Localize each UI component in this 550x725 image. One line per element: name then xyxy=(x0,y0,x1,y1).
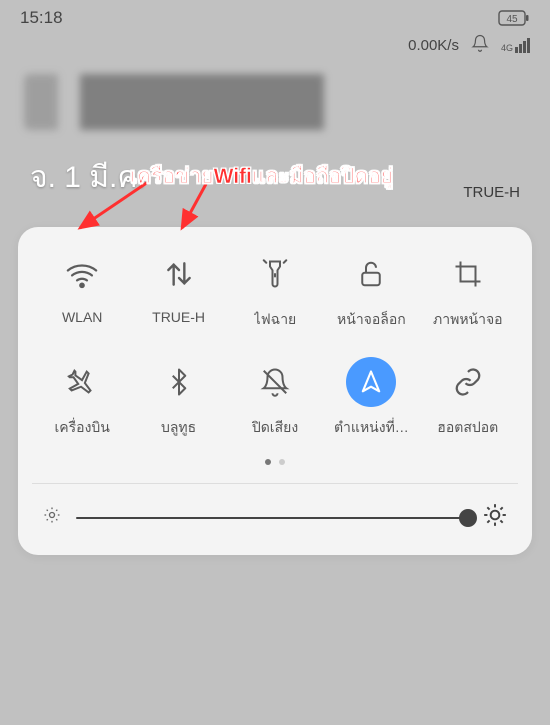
tile-mobile-data[interactable]: TRUE-H xyxy=(132,249,224,331)
tile-label: ปิดเสียง xyxy=(252,417,298,439)
tiles-grid: WLAN TRUE-H ไฟฉาย หน้าจอล็อก ภาพหน้าจอ xyxy=(36,249,514,439)
lock-icon xyxy=(346,249,396,299)
tile-mute[interactable]: ปิดเสียง xyxy=(229,357,321,439)
tile-label: หน้าจอล็อก xyxy=(337,309,406,331)
quick-settings-panel: WLAN TRUE-H ไฟฉาย หน้าจอล็อก ภาพหน้าจอ xyxy=(18,227,532,555)
clock-time: 15:18 xyxy=(20,8,63,28)
carrier-label: TRUE-H xyxy=(463,184,520,201)
brightness-row xyxy=(36,502,514,533)
tile-wlan[interactable]: WLAN xyxy=(36,249,128,331)
page-dot xyxy=(279,459,285,465)
page-indicator xyxy=(36,459,514,465)
svg-text:45: 45 xyxy=(506,14,518,25)
tile-airplane[interactable]: เครื่องบิน xyxy=(36,357,128,439)
tile-lockscreen[interactable]: หน้าจอล็อก xyxy=(325,249,417,331)
bell-off-icon xyxy=(250,357,300,407)
tile-hotspot[interactable]: ฮอตสปอต xyxy=(422,357,514,439)
signal-icon: 4G xyxy=(501,38,530,53)
crop-icon xyxy=(443,249,493,299)
tile-screenshot[interactable]: ภาพหน้าจอ xyxy=(422,249,514,331)
tile-label: ภาพหน้าจอ xyxy=(433,309,503,331)
tile-label: เครื่องบิน xyxy=(55,417,110,439)
wifi-icon xyxy=(57,249,107,299)
airplane-icon xyxy=(57,357,107,407)
data-arrows-icon xyxy=(154,249,204,299)
background-content-blurred xyxy=(24,74,526,130)
tile-label: ไฟฉาย xyxy=(254,309,297,331)
data-rate: 0.00K/s xyxy=(408,37,459,54)
status-bar: 15:18 45 xyxy=(0,0,550,30)
tile-label: WLAN xyxy=(62,309,102,325)
battery-indicator: 45 xyxy=(498,10,530,26)
alarm-icon xyxy=(471,34,489,56)
date-row: จ. 1 มี.ค. TRUE-H xyxy=(0,134,550,209)
tile-label: TRUE-H xyxy=(152,309,205,325)
tile-label: ฮอตสปอต xyxy=(437,417,498,439)
slider-thumb[interactable] xyxy=(459,509,477,527)
tile-bluetooth[interactable]: บลูทูธ xyxy=(132,357,224,439)
brightness-slider[interactable] xyxy=(76,517,468,519)
flashlight-icon xyxy=(250,249,300,299)
bluetooth-icon xyxy=(154,357,204,407)
divider xyxy=(32,483,518,484)
tile-location[interactable]: ตำแหน่งที่… xyxy=(325,357,417,439)
navigation-icon xyxy=(346,357,396,407)
page-dot xyxy=(265,459,271,465)
brightness-low-icon xyxy=(42,505,62,530)
tile-label: บลูทูธ xyxy=(161,417,196,439)
tile-flashlight[interactable]: ไฟฉาย xyxy=(229,249,321,331)
sub-status-bar: 0.00K/s 4G xyxy=(0,30,550,66)
date-text: จ. 1 มี.ค. xyxy=(30,154,146,201)
link-icon xyxy=(443,357,493,407)
brightness-high-icon xyxy=(482,502,508,533)
tile-label: ตำแหน่งที่… xyxy=(334,417,409,439)
